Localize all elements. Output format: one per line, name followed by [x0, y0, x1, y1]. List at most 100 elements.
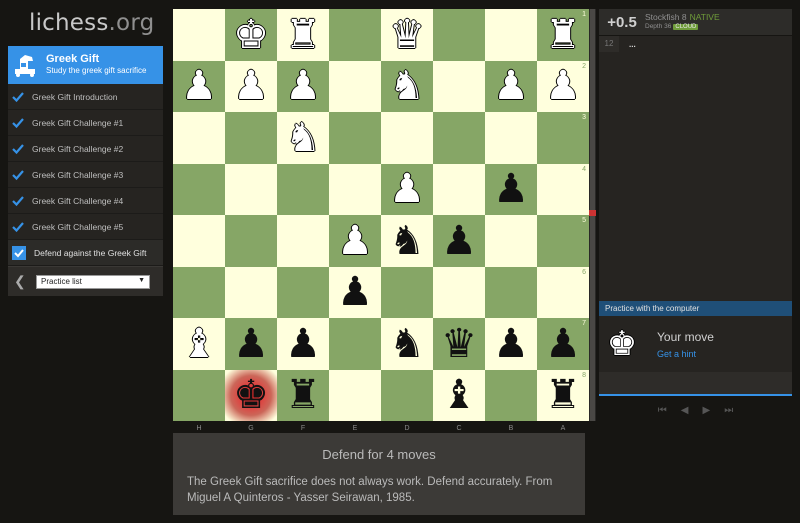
practice-footer — [599, 372, 792, 396]
white-bishop-piece[interactable]: ♝ — [173, 318, 225, 370]
black-pawn-piece[interactable]: ♟ — [485, 318, 537, 370]
board-square[interactable] — [485, 266, 537, 318]
board-square[interactable] — [433, 9, 485, 61]
your-move-text: Your move — [657, 329, 714, 344]
black-pawn-piece[interactable]: ♟ — [433, 215, 485, 267]
white-pawn-piece[interactable]: ♟ — [225, 61, 277, 113]
chapter-label: Greek Gift Challenge #2 — [32, 143, 124, 154]
board-square[interactable] — [277, 266, 329, 318]
board-square[interactable] — [173, 112, 225, 164]
chapter-label: Greek Gift Challenge #3 — [32, 169, 124, 180]
check-icon — [12, 91, 24, 102]
board-square[interactable] — [329, 112, 381, 164]
next-icon[interactable]: ▶ — [703, 405, 711, 416]
board-square[interactable] — [225, 215, 277, 267]
black-knight-piece[interactable]: ♞ — [381, 215, 433, 267]
white-pawn-piece[interactable]: ♟ — [485, 61, 537, 113]
black-king-piece[interactable]: ♚ — [225, 369, 277, 421]
file-label: H — [196, 425, 202, 432]
white-queen-piece[interactable]: ♛ — [381, 9, 433, 61]
board-square[interactable] — [381, 369, 433, 421]
board-square[interactable]: 3 — [537, 112, 589, 164]
study-header[interactable]: Greek Gift Study the greek gift sacrific… — [8, 46, 163, 84]
site-logo[interactable]: lichess.org — [29, 10, 154, 36]
chapter-label: Greek Gift Introduction — [32, 91, 118, 102]
chapter-item[interactable]: Greek Gift Challenge #3 — [8, 162, 163, 188]
board-square[interactable] — [329, 9, 381, 61]
board-square[interactable] — [381, 112, 433, 164]
board-square[interactable] — [433, 266, 485, 318]
board-square[interactable] — [225, 266, 277, 318]
white-pawn-piece[interactable]: ♟ — [173, 61, 225, 113]
study-subtitle: Study the greek gift sacrifice — [46, 66, 147, 75]
move-controls: ⏮ ◀ ▶ ⏭ — [599, 400, 792, 420]
board-square[interactable] — [485, 9, 537, 61]
chevron-left-icon[interactable]: ❮ — [14, 273, 30, 290]
board-square[interactable] — [277, 163, 329, 215]
board-square[interactable] — [173, 266, 225, 318]
board-square[interactable] — [225, 163, 277, 215]
practice-list-select[interactable]: Practice list ▼ — [36, 274, 150, 289]
board-square[interactable] — [433, 163, 485, 215]
black-rook-piece[interactable]: ♜ — [537, 370, 589, 422]
black-pawn-piece[interactable]: ♟ — [225, 318, 277, 370]
white-pawn-piece[interactable]: ♟ — [277, 61, 329, 113]
black-pawn-piece[interactable]: ♟ — [537, 318, 589, 370]
prev-icon[interactable]: ◀ — [681, 405, 689, 416]
white-knight-piece[interactable]: ♞ — [277, 112, 329, 164]
white-rook-piece[interactable]: ♜ — [277, 9, 329, 61]
board-square[interactable] — [433, 60, 485, 112]
chapter-item[interactable]: Greek Gift Introduction — [8, 84, 163, 110]
logo-name: lichess — [29, 10, 109, 36]
chapter-item[interactable]: Greek Gift Challenge #5 — [8, 214, 163, 240]
black-bishop-piece[interactable]: ♝ — [433, 370, 485, 422]
logo-tld: .org — [108, 10, 155, 36]
board-square[interactable] — [329, 318, 381, 370]
board-square[interactable]: 6 — [537, 266, 589, 318]
white-king-icon: ♚ — [606, 324, 638, 364]
board-square[interactable] — [173, 163, 225, 215]
white-king-piece[interactable]: ♚ — [225, 9, 277, 61]
board-square[interactable] — [381, 266, 433, 318]
board-scrollbar[interactable] — [589, 9, 596, 421]
board-square[interactable] — [277, 215, 329, 267]
board-square[interactable] — [485, 369, 537, 421]
last-icon[interactable]: ⏭ — [724, 405, 733, 416]
first-icon[interactable]: ⏮ — [658, 405, 667, 416]
black-knight-piece[interactable]: ♞ — [381, 318, 433, 370]
white-pawn-piece[interactable]: ♟ — [537, 61, 589, 113]
check-icon — [12, 169, 24, 180]
white-knight-piece[interactable]: ♞ — [381, 61, 433, 113]
select-arrow-icon: ▼ — [138, 276, 145, 284]
study-title: Greek Gift — [46, 53, 100, 65]
board-square[interactable]: 4 — [537, 163, 589, 215]
board-square[interactable] — [485, 215, 537, 267]
get-hint-link[interactable]: Get a hint — [657, 349, 714, 359]
board-square[interactable] — [329, 163, 381, 215]
chapter-item[interactable]: Defend against the Greek Gift — [8, 240, 163, 266]
black-queen-piece[interactable]: ♛ — [433, 318, 485, 370]
black-rook-piece[interactable]: ♜ — [277, 370, 329, 422]
chapter-item[interactable]: Greek Gift Challenge #2 — [8, 136, 163, 162]
move-list: 12... — [599, 36, 792, 301]
chapter-item[interactable]: Greek Gift Challenge #1 — [8, 110, 163, 136]
goal-heading: Defend for 4 moves — [322, 447, 436, 462]
board-square[interactable] — [173, 369, 225, 421]
board-square[interactable] — [173, 9, 225, 61]
white-rook-piece[interactable]: ♜ — [537, 9, 589, 61]
board-square[interactable] — [329, 369, 381, 421]
board-square[interactable] — [485, 112, 537, 164]
chapter-item[interactable]: Greek Gift Challenge #4 — [8, 188, 163, 214]
move-row[interactable]: 12... — [599, 36, 792, 52]
black-pawn-piece[interactable]: ♟ — [329, 267, 381, 319]
white-pawn-piece[interactable]: ♟ — [329, 215, 381, 267]
board-square[interactable] — [225, 112, 277, 164]
board-square[interactable]: 5 — [537, 215, 589, 267]
white-pawn-piece[interactable]: ♟ — [381, 164, 433, 216]
black-pawn-piece[interactable]: ♟ — [277, 318, 329, 370]
board-square[interactable] — [329, 60, 381, 112]
black-pawn-piece[interactable]: ♟ — [485, 164, 537, 216]
chess-board[interactable]: 1 2 3 4 5 6 7 8 ♚ ♜ ♛ ♜ ♟ ♟ ♟ ♞ ♟ ♟ ♞ ♟ ♟ ♟ ♞ ♟ ♟ ♝ ♟ ♟ ♞ ♛ ♟ ♟ ♚ ♜ ♝ ♜ — [173, 9, 589, 421]
board-square[interactable] — [173, 215, 225, 267]
board-square[interactable] — [433, 112, 485, 164]
